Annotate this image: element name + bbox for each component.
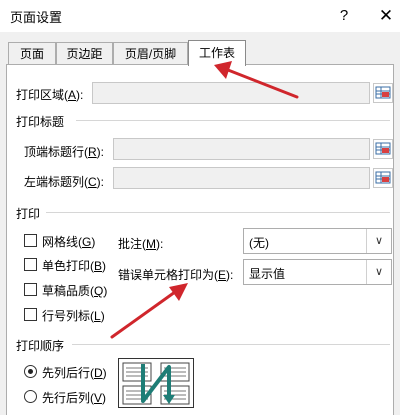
print-titles-heading: 打印标题 [16, 115, 65, 129]
over-then-down-radio[interactable] [24, 390, 37, 403]
print-area-input[interactable] [92, 82, 370, 104]
chevron-down-icon: ∨ [366, 229, 391, 253]
separator [76, 120, 390, 121]
range-select-icon [375, 142, 391, 155]
range-picker-rows[interactable] [373, 139, 393, 159]
dialog-title: 页面设置 [10, 10, 63, 25]
draft-quality-checkbox[interactable] [24, 283, 37, 296]
cell-errors-label: 错误单元格打印为(E): [118, 268, 234, 282]
range-select-icon [375, 86, 391, 99]
down-then-over-radio[interactable] [24, 365, 37, 378]
black-and-white-checkbox[interactable] [24, 258, 37, 271]
comments-value: (无) [249, 236, 269, 250]
cell-errors-dropdown[interactable]: 显示值 ∨ [243, 259, 392, 285]
title-bar: 页面设置 ? ✕ [0, 0, 400, 32]
tab-margins[interactable]: 页边距 [56, 42, 113, 65]
range-select-icon [375, 171, 391, 184]
print-area-label: 打印区域(A): [16, 88, 84, 102]
columns-to-repeat-input[interactable] [113, 167, 370, 189]
range-picker-print-area[interactable] [373, 83, 393, 103]
down-then-over-label: 先列后行(D) [42, 366, 107, 380]
tab-page[interactable]: 页面 [8, 42, 56, 65]
chevron-down-icon: ∨ [366, 260, 391, 284]
close-button[interactable]: ✕ [372, 0, 400, 32]
rows-to-repeat-label: 顶端标题行(R): [24, 145, 105, 159]
range-picker-columns[interactable] [373, 168, 393, 188]
gridlines-checkbox[interactable] [24, 234, 37, 247]
page-order-heading: 打印顺序 [16, 339, 65, 353]
help-button[interactable]: ? [332, 0, 356, 32]
tab-sheet[interactable]: 工作表 [188, 40, 246, 66]
cell-errors-value: 显示值 [249, 267, 286, 281]
comments-label: 批注(M): [118, 237, 164, 251]
separator [46, 212, 390, 213]
columns-to-repeat-label: 左端标题列(C): [24, 175, 105, 189]
rows-to-repeat-input[interactable] [113, 138, 370, 160]
page-order-preview-icon [122, 362, 190, 405]
print-heading: 打印 [16, 207, 41, 221]
row-col-headings-checkbox[interactable] [24, 308, 37, 321]
black-and-white-label: 单色打印(B) [42, 259, 107, 273]
tab-header-footer[interactable]: 页眉/页脚 [113, 42, 188, 65]
row-col-headings-label: 行号列标(L) [42, 309, 105, 323]
page-order-preview [118, 358, 194, 408]
gridlines-label: 网格线(G) [42, 235, 96, 249]
over-then-down-label: 先行后列(V) [42, 391, 107, 405]
draft-quality-label: 草稿品质(Q) [42, 284, 108, 298]
separator [72, 344, 390, 345]
comments-dropdown[interactable]: (无) ∨ [243, 228, 392, 254]
